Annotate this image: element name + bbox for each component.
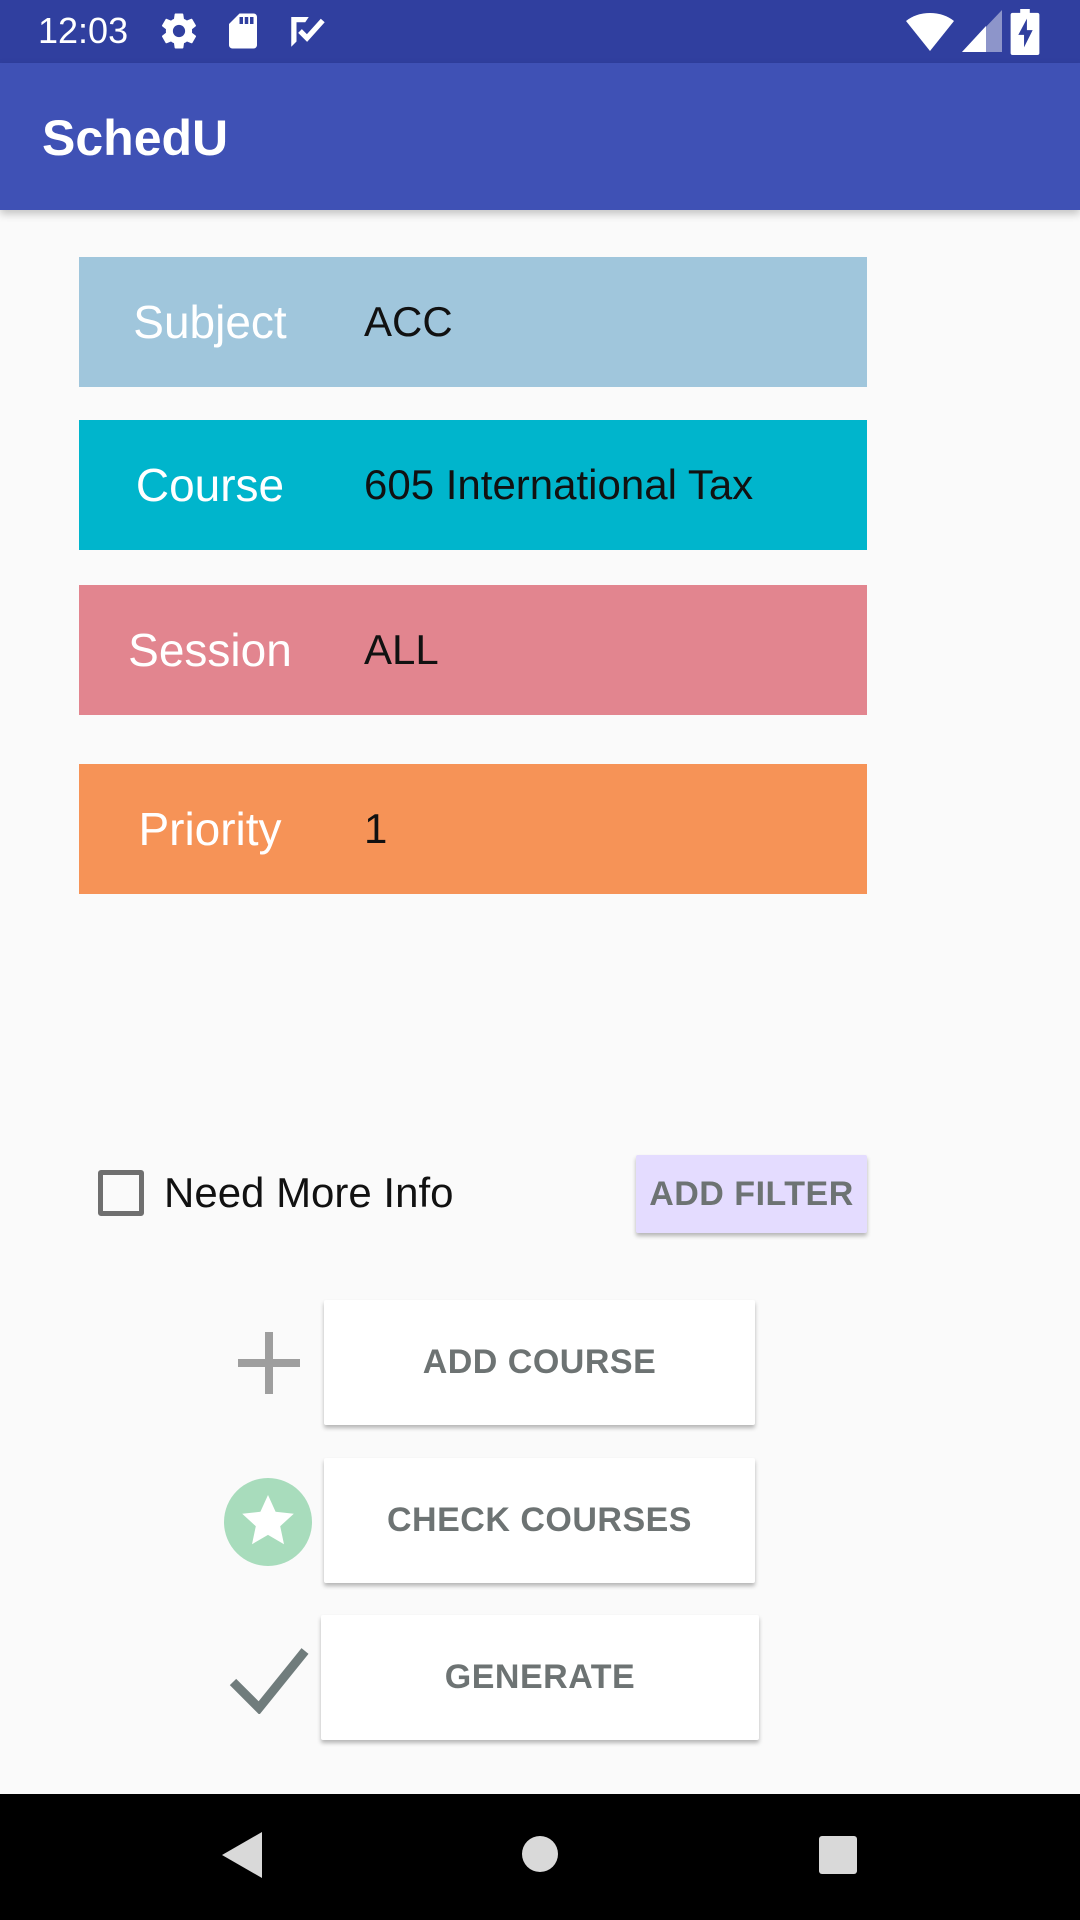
session-row[interactable]: Session ALL: [79, 585, 867, 715]
battery-charging-icon: [1010, 9, 1040, 55]
subject-label: Subject: [133, 296, 287, 348]
course-row[interactable]: Course 605 International Tax: [79, 420, 867, 550]
wifi-icon: [906, 9, 954, 53]
need-more-info-label: Need More Info: [164, 1169, 454, 1216]
star-badge-icon: [224, 1478, 312, 1566]
generate-button[interactable]: GENERATE: [321, 1615, 759, 1740]
app-bar: SchedU: [0, 63, 1080, 210]
add-course-button[interactable]: ADD COURSE: [324, 1300, 755, 1425]
status-bar: 12:03: [0, 0, 1080, 63]
home-icon[interactable]: [520, 1834, 560, 1874]
task-check-icon: [286, 10, 328, 52]
checkmark-icon: [228, 1646, 310, 1714]
session-value: ALL: [364, 626, 439, 673]
settings-icon: [158, 10, 200, 52]
app-title: SchedU: [42, 110, 229, 166]
check-courses-button[interactable]: CHECK COURSES: [324, 1458, 755, 1583]
subject-row[interactable]: Subject ACC: [79, 257, 867, 387]
course-value: 605 International Tax: [364, 461, 754, 508]
status-time: 12:03: [38, 10, 129, 51]
priority-label: Priority: [138, 803, 282, 855]
add-filter-button[interactable]: ADD FILTER: [636, 1155, 867, 1233]
recents-icon[interactable]: [818, 1835, 858, 1875]
session-label: Session: [128, 624, 292, 676]
sd-card-icon: [222, 10, 264, 52]
signal-icon: [962, 10, 1002, 52]
course-label: Course: [135, 459, 285, 511]
subject-value: ACC: [364, 298, 453, 345]
need-more-info-checkbox[interactable]: Need More Info: [92, 1165, 472, 1221]
back-icon[interactable]: [218, 1830, 264, 1880]
navigation-bar: [0, 1794, 1080, 1920]
priority-value: 1: [364, 805, 388, 852]
plus-icon: [236, 1330, 302, 1396]
priority-row[interactable]: Priority 1: [79, 764, 867, 894]
checkbox-box[interactable]: [98, 1170, 144, 1216]
